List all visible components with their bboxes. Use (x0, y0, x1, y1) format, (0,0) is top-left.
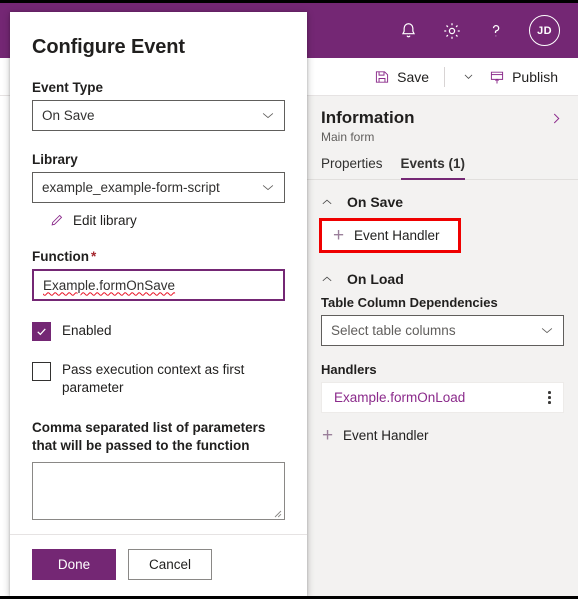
enabled-checkbox[interactable] (32, 322, 51, 341)
parameters-field: Comma separated list of parameters that … (10, 419, 307, 520)
notifications-icon[interactable] (397, 20, 419, 42)
publish-button[interactable]: Publish (483, 65, 564, 89)
avatar[interactable]: JD (529, 15, 560, 46)
table-columns-placeholder: Select table columns (331, 323, 456, 338)
handler-row[interactable]: Example.formOnLoad (321, 382, 564, 413)
function-field: Function * Example.formOnSave (10, 249, 307, 301)
handler-name[interactable]: Example.formOnLoad (334, 390, 465, 405)
library-value: example_example-form-script (42, 180, 220, 195)
panel-header: Information Main form (307, 96, 578, 144)
parameters-label: Comma separated list of parameters that … (32, 420, 266, 453)
library-label: Library (32, 152, 78, 167)
save-button[interactable]: Save (368, 65, 435, 89)
enabled-field: Enabled Pass execution context as first … (10, 321, 307, 397)
frame-top-border (0, 0, 578, 3)
page-subtitle: Main form (321, 130, 375, 144)
table-columns-select[interactable]: Select table columns (321, 315, 564, 346)
enabled-checkbox-row[interactable]: Enabled (32, 321, 285, 341)
function-label: Function * (32, 249, 285, 264)
done-button[interactable]: Done (32, 549, 116, 580)
dialog-footer: Done Cancel (10, 534, 307, 596)
more-vertical-icon[interactable] (542, 391, 557, 404)
chevron-down-icon[interactable] (454, 66, 483, 87)
function-label-text: Function (32, 249, 89, 264)
section-on-save[interactable]: On Save (307, 180, 578, 218)
pencil-icon (49, 213, 64, 228)
configure-event-dialog: Configure Event Event Type On Save Libra… (10, 12, 307, 596)
help-icon[interactable] (485, 20, 507, 42)
dialog-title: Configure Event (32, 36, 185, 58)
tab-events[interactable]: Events (1) (400, 156, 465, 180)
enabled-label: Enabled (62, 323, 112, 338)
event-type-field: Event Type On Save (10, 80, 307, 131)
event-type-value: On Save (42, 108, 95, 123)
function-input[interactable]: Example.formOnSave (32, 269, 285, 301)
chevron-up-icon[interactable] (321, 198, 333, 206)
library-field: Library example_example-form-script Edit… (10, 152, 307, 228)
chevron-down-icon (261, 109, 275, 123)
cancel-button[interactable]: Cancel (128, 549, 212, 580)
dialog-body: Configure Event Event Type On Save Libra… (10, 12, 307, 534)
on-save-add-handler-wrap: + Event Handler (307, 218, 578, 253)
section-on-load[interactable]: On Load (307, 253, 578, 295)
function-value: Example.formOnSave (43, 277, 176, 293)
section-on-save-label: On Save (347, 194, 404, 210)
app-root: n JD (0, 0, 578, 599)
handlers-label: Handlers (321, 362, 377, 377)
publish-icon (489, 69, 505, 85)
chevron-right-icon[interactable] (549, 108, 564, 130)
event-type-select[interactable]: On Save (32, 100, 285, 131)
add-event-handler-label: Event Handler (343, 428, 429, 443)
header-actions: JD (397, 15, 578, 46)
panel-tabs: Properties Events (1) (307, 144, 578, 180)
add-event-handler-label: Event Handler (354, 228, 440, 243)
chevron-up-icon[interactable] (321, 275, 333, 283)
edit-library-label: Edit library (73, 213, 137, 228)
plus-icon: + (332, 224, 345, 246)
save-label: Save (397, 68, 430, 85)
parameters-textarea[interactable] (32, 462, 285, 520)
command-separator (444, 66, 446, 87)
pass-context-checkbox-row[interactable]: Pass execution context as first paramete… (32, 361, 285, 397)
chevron-down-icon (540, 324, 554, 338)
plus-icon: + (321, 424, 334, 446)
table-column-dependencies-label: Table Column Dependencies (321, 295, 498, 310)
tab-properties[interactable]: Properties (321, 156, 383, 179)
add-event-handler-on-load[interactable]: + Event Handler (307, 421, 578, 450)
resize-handle-icon[interactable] (272, 508, 282, 518)
library-select[interactable]: example_example-form-script (32, 172, 285, 203)
pass-context-label: Pass execution context as first paramete… (62, 362, 245, 395)
event-type-label: Event Type (32, 80, 104, 95)
add-event-handler-on-save[interactable]: + Event Handler (319, 218, 461, 253)
properties-panel: Information Main form Properties Events … (307, 96, 578, 596)
section-on-load-label: On Load (347, 271, 404, 287)
save-disk-icon (374, 69, 390, 85)
pass-context-checkbox[interactable] (32, 362, 51, 381)
edit-library-link[interactable]: Edit library (32, 213, 285, 228)
publish-label: Publish (512, 68, 558, 85)
gear-icon[interactable] (441, 20, 463, 42)
page-title: Information (321, 108, 415, 127)
required-marker: * (91, 249, 97, 264)
chevron-down-icon (261, 181, 275, 195)
